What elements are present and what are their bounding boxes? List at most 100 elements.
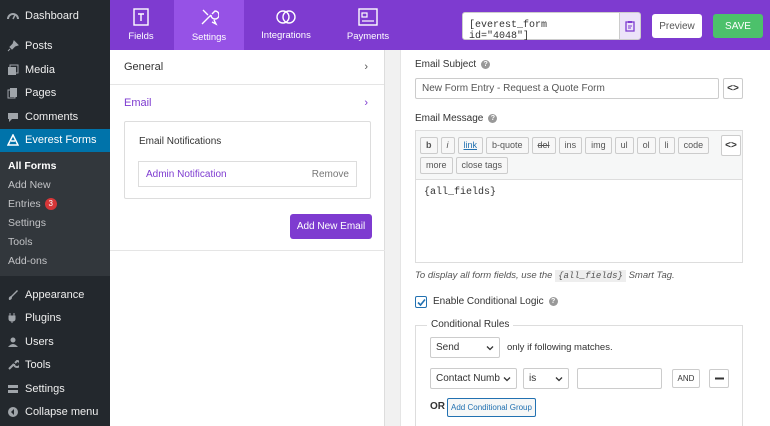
checkmark-icon [416, 298, 426, 306]
remove-notification-link[interactable]: Remove [312, 169, 349, 180]
toolbar-ol-button[interactable]: ol [636, 137, 656, 154]
menu-pages[interactable]: Pages [0, 82, 110, 106]
menu-plugins[interactable]: Plugins [0, 307, 110, 331]
menu-users[interactable]: Users [0, 330, 110, 354]
user-icon [6, 335, 20, 349]
menu-everest-forms-label: Everest Forms [25, 134, 97, 147]
divider [110, 250, 385, 251]
help-icon[interactable]: ? [548, 297, 558, 306]
add-conditional-group-button[interactable]: Add Conditional Group [447, 398, 536, 417]
toolbar-ul-button[interactable]: ul [614, 137, 634, 154]
toolbar-bold-button[interactable]: b [420, 137, 438, 154]
clipboard-icon [625, 21, 635, 32]
toolbar-more-button[interactable]: more [420, 157, 453, 174]
help-icon[interactable]: ? [481, 60, 491, 69]
remove-rule-button[interactable] [709, 369, 729, 388]
submenu-all-forms[interactable]: All Forms [0, 156, 110, 175]
comment-icon [6, 110, 20, 124]
tab-fields[interactable]: Fields [110, 0, 172, 50]
email-subject-label: Email Subject ? [415, 59, 491, 70]
menu-posts[interactable]: Posts [0, 35, 110, 59]
toolbar-ins-button[interactable]: ins [558, 137, 583, 154]
minus-icon [714, 377, 724, 380]
operator-select[interactable]: is [523, 368, 569, 389]
notification-name[interactable]: Admin Notification [146, 169, 227, 180]
menu-appearance[interactable]: Appearance [0, 283, 110, 307]
email-message-label: Email Message ? [415, 113, 498, 124]
menu-everest-forms[interactable]: Everest Forms [0, 128, 110, 152]
smart-tag-button[interactable]: <> [723, 78, 743, 99]
menu-tools[interactable]: Tools [0, 354, 110, 378]
field-select-value: Contact Numb [436, 373, 500, 384]
hint-before: To display all form fields, use the [415, 270, 553, 281]
field-select[interactable]: Contact Numb [430, 368, 517, 389]
toolbar-blockquote-button[interactable]: b-quote [486, 137, 529, 154]
conditional-logic-label-text: Enable Conditional Logic [433, 296, 544, 307]
menu-plugins-label: Plugins [25, 312, 62, 325]
chevron-down-icon [555, 376, 563, 381]
toolbar-code-button[interactable]: code [677, 137, 710, 154]
entries-count-badge: 3 [44, 197, 57, 210]
submenu-settings[interactable]: Settings [0, 213, 110, 232]
nav-general[interactable]: General › [110, 50, 384, 85]
menu-media-label: Media [25, 63, 55, 76]
everest-forms-submenu: All Forms Add New Entries 3 Settings Too… [0, 152, 110, 276]
add-new-email-button[interactable]: Add New Email [290, 214, 372, 239]
operator-select-value: is [529, 373, 537, 384]
payments-icon [358, 8, 378, 26]
email-message-label-text: Email Message [415, 113, 484, 124]
toolbar-link-button[interactable]: link [457, 137, 484, 154]
save-button[interactable]: SAVE [713, 14, 763, 38]
email-subject-input[interactable]: New Form Entry - Request a Quote Form [415, 78, 719, 99]
submenu-add-new[interactable]: Add New [0, 175, 110, 194]
copy-shortcode-button[interactable] [619, 12, 641, 40]
tab-fields-label: Fields [128, 31, 154, 42]
condition-value-input[interactable] [577, 368, 662, 389]
tab-integrations[interactable]: Integrations [256, 0, 316, 50]
menu-appearance-label: Appearance [25, 288, 85, 301]
nav-email[interactable]: Email › [110, 85, 384, 120]
settings-icon [6, 382, 20, 396]
toolbar-li-button[interactable]: li [658, 137, 675, 154]
email-message-textarea[interactable]: {all_fields} [415, 179, 743, 263]
action-select[interactable]: Send [430, 337, 500, 358]
chevron-down-icon [503, 376, 511, 381]
toolbar-img-button[interactable]: img [585, 137, 612, 154]
submenu-addons[interactable]: Add-ons [0, 251, 110, 270]
hint-tag: {all_fields} [555, 270, 626, 282]
toolbar-del-button[interactable]: del [531, 137, 556, 154]
dashboard-icon [6, 9, 20, 23]
media-icon [6, 63, 20, 77]
conditional-logic-checkbox[interactable] [415, 296, 427, 308]
menu-pages-label: Pages [25, 87, 57, 100]
menu-media[interactable]: Media [0, 58, 110, 82]
tab-settings-label: Settings [191, 32, 227, 43]
notification-row: Admin Notification Remove [138, 161, 357, 187]
help-icon[interactable]: ? [488, 114, 498, 123]
submenu-tools[interactable]: Tools [0, 232, 110, 251]
menu-settings-label: Settings [25, 382, 65, 395]
collapse-menu[interactable]: Collapse menu [0, 401, 110, 425]
menu-users-label: Users [25, 335, 54, 348]
menu-dashboard[interactable]: Dashboard [0, 4, 110, 28]
and-button[interactable]: AND [672, 369, 700, 388]
preview-button[interactable]: Preview [652, 14, 702, 38]
submenu-entries-label: Entries [8, 197, 41, 210]
menu-settings[interactable]: Settings [0, 377, 110, 401]
tab-settings[interactable]: Settings [174, 0, 244, 50]
tab-payments[interactable]: Payments [339, 0, 397, 50]
toolbar-italic-button[interactable]: i [440, 137, 455, 154]
smart-tag-button[interactable]: <> [721, 135, 741, 156]
submenu-entries[interactable]: Entries 3 [0, 194, 110, 213]
toolbar-close-tags-button[interactable]: close tags [455, 157, 509, 174]
tab-integrations-label: Integrations [261, 30, 311, 41]
pages-icon [6, 86, 20, 100]
email-notifications-title: Email Notifications [139, 136, 222, 147]
conditional-rules-title: Conditional Rules [427, 319, 514, 330]
menu-comments[interactable]: Comments [0, 105, 110, 129]
shortcode-field[interactable]: [everest_form id="4048"] [462, 12, 620, 42]
menu-posts-label: Posts [25, 40, 53, 53]
nav-email-label: Email [124, 96, 152, 109]
chevron-right-icon: › [364, 96, 368, 109]
everest-forms-icon [6, 133, 20, 147]
